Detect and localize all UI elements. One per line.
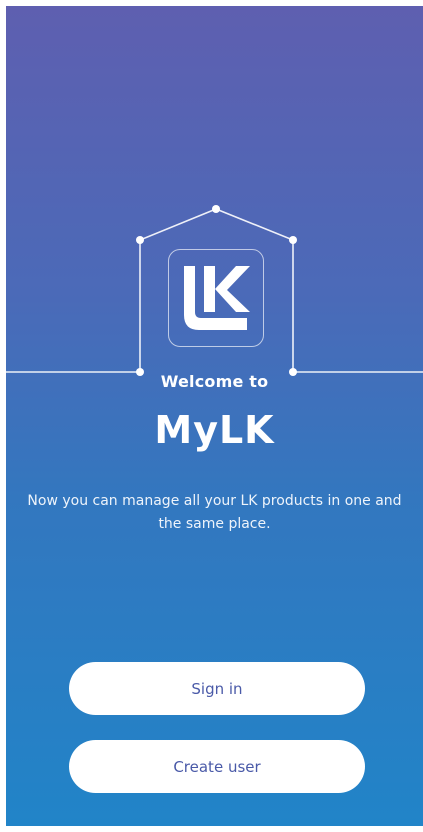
app-title: MyLK xyxy=(154,408,275,452)
welcome-screen: Welcome to MyLK Now you can manage all y… xyxy=(6,6,423,826)
house-outline-graphic xyxy=(6,205,423,376)
welcome-label: Welcome to xyxy=(160,372,269,391)
sign-in-button[interactable]: Sign in xyxy=(69,662,365,715)
create-user-button[interactable]: Create user xyxy=(69,740,365,793)
welcome-description: Now you can manage all your LK products … xyxy=(27,493,402,532)
lk-logo-icon xyxy=(184,266,250,330)
app-screen: Welcome to MyLK Now you can manage all y… xyxy=(0,0,423,832)
lk-logo xyxy=(168,249,264,347)
